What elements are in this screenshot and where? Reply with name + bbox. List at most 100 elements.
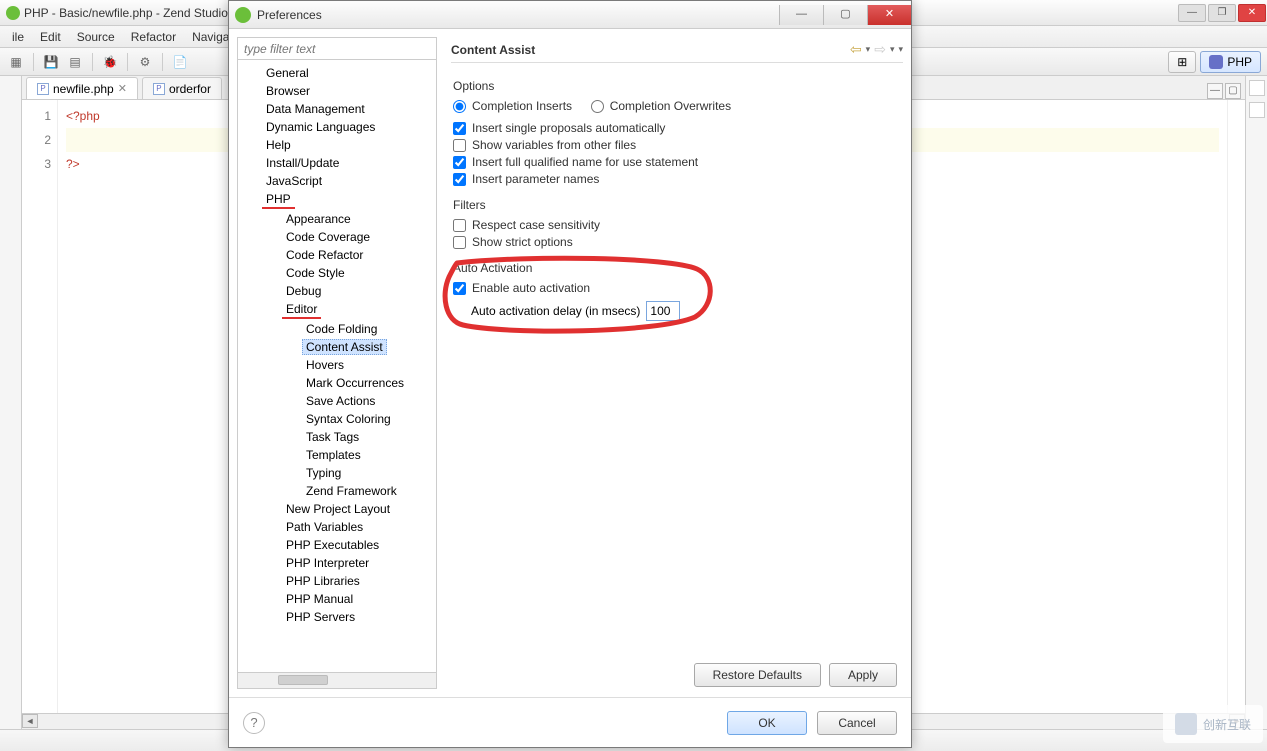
tree-php-servers[interactable]: PHP Servers [282,609,359,625]
watermark: 创新互联 [1163,705,1263,743]
preferences-dialog: Preferences — ▢ ✕ General Browser Data M… [228,0,912,748]
dialog-minimize-button[interactable]: — [779,5,823,25]
page-header: Content Assist ⇦ ▾ ⇨ ▾ ▾ [451,37,903,63]
forward-dropdown-icon[interactable]: ▾ [890,44,895,55]
options-label: Options [453,79,901,93]
tree-task-tags[interactable]: Task Tags [302,429,363,445]
respect-case-label: Respect case sensitivity [472,218,600,232]
forward-icon[interactable]: ⇨ [874,41,886,58]
ide-close-button[interactable]: ✕ [1238,4,1266,22]
outline-icon[interactable] [1249,80,1265,96]
tool2-icon[interactable]: 📄 [170,52,190,72]
editor-tab-orderfor[interactable]: P orderfor [142,77,222,99]
tree-scrollbar[interactable] [238,672,436,688]
tree-debug[interactable]: Debug [282,283,325,299]
tree-templates[interactable]: Templates [302,447,365,463]
menu-refactor[interactable]: Refactor [123,30,184,44]
open-perspective-button[interactable]: ⊞ [1168,51,1196,73]
tree-help[interactable]: Help [262,137,295,153]
php-perspective-button[interactable]: PHP [1200,51,1261,73]
tree-path-variables[interactable]: Path Variables [282,519,367,535]
dialog-maximize-button[interactable]: ▢ [823,5,867,25]
tree-php-manual[interactable]: PHP Manual [282,591,357,607]
respect-case-checkbox[interactable] [453,219,466,232]
auto-activation-label: Auto Activation [453,261,901,275]
tree-javascript[interactable]: JavaScript [262,173,326,189]
maximize-view-icon[interactable]: ▢ [1225,83,1241,99]
filters-label: Filters [453,198,901,212]
php-file-icon: P [153,83,165,95]
insert-fqn-checkbox[interactable] [453,156,466,169]
tree-mark-occurrences[interactable]: Mark Occurrences [302,375,408,391]
ide-maximize-button[interactable]: ❐ [1208,4,1236,22]
tree-new-project-layout[interactable]: New Project Layout [282,501,394,517]
tree-code-folding[interactable]: Code Folding [302,321,381,337]
show-strict-checkbox[interactable] [453,236,466,249]
save-icon[interactable]: 💾 [41,52,61,72]
tree-editor[interactable]: Editor [282,301,321,319]
help-icon[interactable]: ? [243,712,265,734]
page-content: Options Completion Inserts Completion Ov… [451,73,903,689]
cancel-button[interactable]: Cancel [817,711,897,735]
app-icon [6,6,20,20]
tree-browser[interactable]: Browser [262,83,314,99]
separator [127,53,128,71]
dialog-close-button[interactable]: ✕ [867,5,911,25]
restore-defaults-button[interactable]: Restore Defaults [694,663,821,687]
apply-button[interactable]: Apply [829,663,897,687]
back-icon[interactable]: ⇦ [850,41,862,58]
code-line: ?> [66,157,80,171]
delay-input[interactable] [646,301,680,321]
tree-appearance[interactable]: Appearance [282,211,355,227]
tree-save-actions[interactable]: Save Actions [302,393,379,409]
tree-code-refactor[interactable]: Code Refactor [282,247,367,263]
ok-button[interactable]: OK [727,711,807,735]
tree-php-interpreter[interactable]: PHP Interpreter [282,555,373,571]
save-all-icon[interactable]: ▤ [65,52,85,72]
minimize-view-icon[interactable]: — [1207,83,1223,99]
enable-auto-checkbox[interactable] [453,282,466,295]
show-variables-checkbox[interactable] [453,139,466,152]
tree-code-style[interactable]: Code Style [282,265,349,281]
completion-inserts-radio[interactable] [453,100,466,113]
tree-syntax-coloring[interactable]: Syntax Coloring [302,411,395,427]
completion-overwrites-label: Completion Overwrites [610,99,731,113]
filter-input[interactable] [238,38,436,60]
tree-install-update[interactable]: Install/Update [262,155,343,171]
tree-typing[interactable]: Typing [302,465,345,481]
ide-minimize-button[interactable]: — [1178,4,1206,22]
scroll-left-icon[interactable]: ◄ [22,714,38,728]
view-icon[interactable] [1249,102,1265,118]
tree-content-assist[interactable]: Content Assist [302,339,387,355]
menu-edit[interactable]: Edit [32,30,69,44]
insert-params-checkbox[interactable] [453,173,466,186]
menu-source[interactable]: Source [69,30,123,44]
close-tab-icon[interactable]: ✕ [118,82,127,95]
tree-hovers[interactable]: Hovers [302,357,348,373]
completion-overwrites-radio[interactable] [591,100,604,113]
show-variables-label: Show variables from other files [472,138,636,152]
preferences-tree[interactable]: General Browser Data Management Dynamic … [238,60,436,672]
ide-title: PHP - Basic/newfile.php - Zend Studio [24,6,228,20]
perspective-label: PHP [1227,55,1252,69]
tree-php[interactable]: PHP [262,191,295,209]
tool-icon[interactable]: ⚙ [135,52,155,72]
menu-file[interactable]: ile [4,30,32,44]
menu-dropdown-icon[interactable]: ▾ [898,44,903,55]
dialog-title: Preferences [257,8,322,22]
tree-php-libraries[interactable]: PHP Libraries [282,573,364,589]
new-icon[interactable]: ▦ [6,52,26,72]
tree-data-management[interactable]: Data Management [262,101,369,117]
debug-icon[interactable]: 🐞 [100,52,120,72]
ide-left-gutter [0,76,22,729]
tree-php-executables[interactable]: PHP Executables [282,537,383,553]
separator [33,53,34,71]
insert-single-checkbox[interactable] [453,122,466,135]
back-dropdown-icon[interactable]: ▾ [866,44,871,55]
tree-dynamic-languages[interactable]: Dynamic Languages [262,119,379,135]
tree-code-coverage[interactable]: Code Coverage [282,229,374,245]
tree-general[interactable]: General [262,65,313,81]
overview-ruler [1227,100,1245,713]
editor-tab-newfile[interactable]: P newfile.php ✕ [26,77,138,99]
tree-zend-framework[interactable]: Zend Framework [302,483,401,499]
